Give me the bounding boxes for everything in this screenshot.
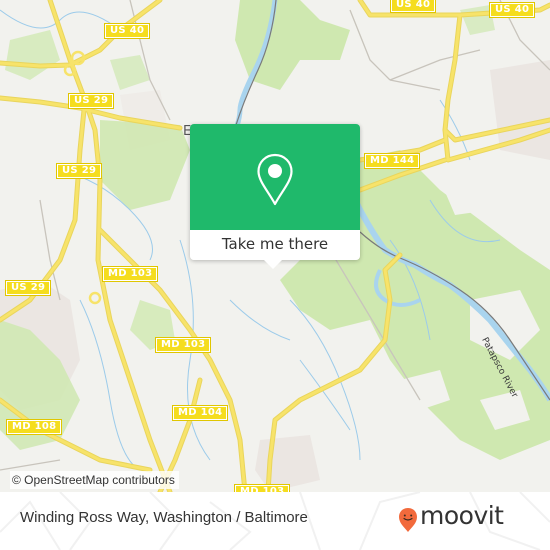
road-shield-us29: US 29	[5, 280, 52, 296]
road-shield-label: US 29	[62, 165, 97, 176]
place-name: Winding Ross Way, Washington / Baltimore	[20, 509, 308, 526]
road-shield-us29: US 29	[68, 93, 115, 109]
road-shield-us40: US 40	[489, 2, 536, 18]
road-shield-label: MD 108	[12, 421, 57, 432]
take-me-there-button[interactable]: Take me there	[190, 230, 360, 260]
road-shield-label: MD 104	[178, 407, 223, 418]
road-shield-md144: MD 144	[364, 153, 421, 169]
road-shield-label: US 40	[110, 25, 145, 36]
road-shield-label: US 40	[495, 4, 530, 15]
popup-pointer	[264, 260, 282, 269]
location-popup[interactable]: Take me there	[190, 124, 360, 269]
road-shield-md104: MD 104	[172, 405, 229, 421]
moovit-logo[interactable]: moovit	[398, 501, 538, 535]
road-shield-label: MD 103	[240, 486, 285, 492]
road-shield-md103: MD 103	[102, 266, 159, 282]
road-shield-label: MD 103	[108, 268, 153, 279]
map-view[interactable]: US 40 US 40 US 40 US 29 US 29 US 29 MD 1…	[0, 0, 550, 492]
road-shield-us29: US 29	[56, 163, 103, 179]
road-shield-md108: MD 108	[6, 419, 63, 435]
road-shield-label: US 29	[74, 95, 109, 106]
road-shield-us40: US 40	[104, 23, 151, 39]
popup-header	[190, 124, 360, 230]
map-attribution[interactable]: © OpenStreetMap contributors	[10, 471, 179, 489]
road-shield-label: MD 103	[161, 339, 206, 350]
road-shield-label: US 40	[396, 0, 431, 10]
road-shield-us40: US 40	[390, 0, 437, 13]
map-pin-icon	[257, 153, 293, 206]
road-shield-label: US 29	[11, 282, 46, 293]
moovit-smiley-pin-icon	[399, 508, 417, 532]
brand-name: moovit	[420, 501, 504, 530]
road-shield-md103: MD 103	[155, 337, 212, 353]
footer-bar: Winding Ross Way, Washington / Baltimore…	[0, 492, 550, 550]
road-shield-md103: MD 103	[234, 484, 291, 492]
road-shield-label: MD 144	[370, 155, 415, 166]
